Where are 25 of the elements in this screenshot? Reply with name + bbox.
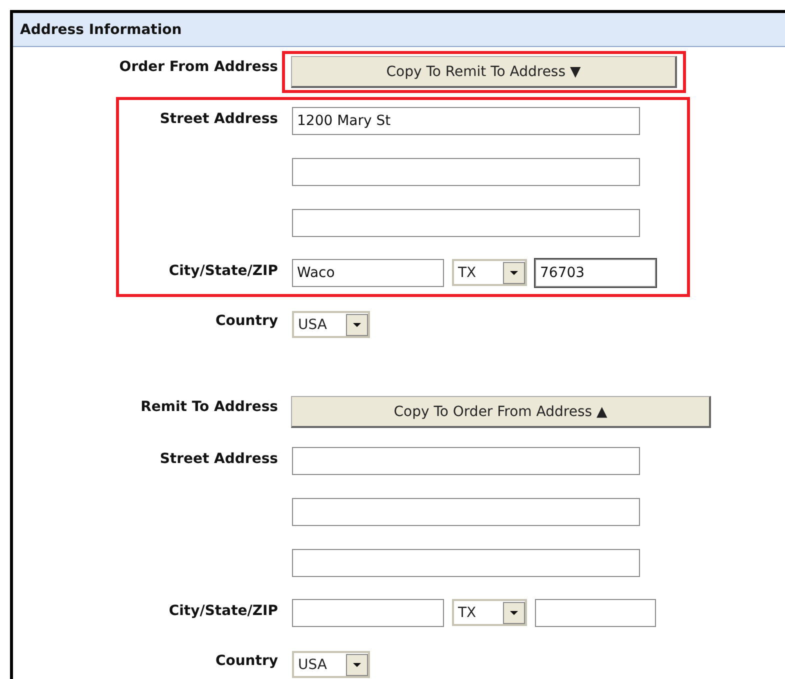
state-dropdown[interactable]: TX (452, 259, 527, 286)
copy-button[interactable]: Copy To Order From Address ▲ (291, 396, 711, 428)
field-label: Country (214, 652, 278, 669)
text-field[interactable]: Waco (292, 259, 444, 287)
section-title: Address Information (20, 22, 182, 38)
section-label: Order From Address (118, 58, 278, 75)
text-field[interactable] (292, 498, 640, 526)
field-label: City/State/ZIP (168, 262, 278, 279)
text-field[interactable]: 1200 Mary St (292, 107, 640, 135)
section-label: Remit To Address (140, 398, 278, 415)
field-label: Country (214, 312, 278, 329)
text-field[interactable] (292, 549, 640, 577)
field-label: City/State/ZIP (168, 602, 278, 619)
field-label: Street Address (158, 450, 278, 467)
state-dropdown[interactable]: USA (292, 651, 370, 678)
state-dropdown[interactable]: TX (452, 599, 527, 626)
text-field[interactable] (292, 447, 640, 475)
text-field[interactable]: 76703 (535, 259, 656, 287)
text-field[interactable] (292, 158, 640, 186)
text-field[interactable] (292, 209, 640, 237)
text-field[interactable] (535, 599, 656, 627)
copy-button[interactable]: Copy To Remit To Address ▼ (291, 56, 677, 88)
text-field[interactable] (292, 599, 444, 627)
field-label: Street Address (158, 110, 278, 127)
state-dropdown[interactable]: USA (292, 311, 370, 338)
